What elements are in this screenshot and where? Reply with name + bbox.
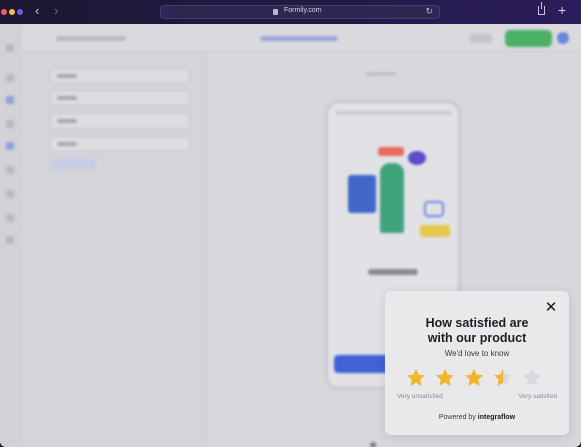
rating-label-high: Very satisfied <box>518 393 557 400</box>
add-option-button <box>50 158 96 170</box>
back-arrow-icon[interactable]: ‹ <box>35 4 39 18</box>
option-field <box>50 90 190 106</box>
brand-name[interactable]: integraflow <box>478 414 515 421</box>
avatar <box>557 32 569 44</box>
preview-button <box>470 34 492 43</box>
address-bar[interactable]: Formily.com ↻ <box>160 5 440 19</box>
star-rating[interactable] <box>405 367 555 389</box>
page-title <box>260 36 338 41</box>
canvas-label <box>366 72 396 76</box>
page-indicator <box>370 442 376 447</box>
option-field <box>50 68 190 84</box>
lock-icon <box>273 9 278 15</box>
question-panel <box>22 52 206 447</box>
forward-arrow-icon[interactable]: › <box>54 4 58 18</box>
option-field <box>50 136 190 152</box>
icon-rail <box>0 24 22 447</box>
rating-label-low: Very unsatisfied <box>397 393 443 400</box>
option-field <box>50 113 190 129</box>
plus-icon[interactable]: + <box>558 2 566 18</box>
close-window-button[interactable] <box>1 9 7 15</box>
powered-by: Powered by integraflow <box>385 414 569 421</box>
reload-icon[interactable]: ↻ <box>425 6 433 17</box>
star-icon[interactable] <box>492 367 514 389</box>
browser-toolbar: ‹ › Formily.com ↻ + <box>0 0 581 24</box>
share-icon[interactable] <box>538 2 545 15</box>
zoom-window-button[interactable] <box>17 9 23 15</box>
editor-topbar <box>22 24 581 52</box>
star-icon[interactable] <box>463 367 485 389</box>
publish-button <box>505 30 552 47</box>
survey-subtitle: We'd love to know <box>444 349 510 358</box>
survey-question-text: How satisfied are with our product <box>425 316 529 345</box>
close-icon[interactable]: ✕ <box>543 300 559 316</box>
survey-question: How satisfied are with our product <box>385 316 569 346</box>
star-icon[interactable] <box>521 367 543 389</box>
minimize-window-button[interactable] <box>9 9 15 15</box>
survey-widget: ✕ How satisfied are with our product We'… <box>385 291 569 435</box>
breadcrumb <box>56 36 126 41</box>
star-icon[interactable] <box>434 367 456 389</box>
powered-by-prefix: Powered by <box>438 414 476 421</box>
address-bar-url: Formily.com <box>284 7 322 14</box>
star-icon[interactable] <box>405 367 427 389</box>
